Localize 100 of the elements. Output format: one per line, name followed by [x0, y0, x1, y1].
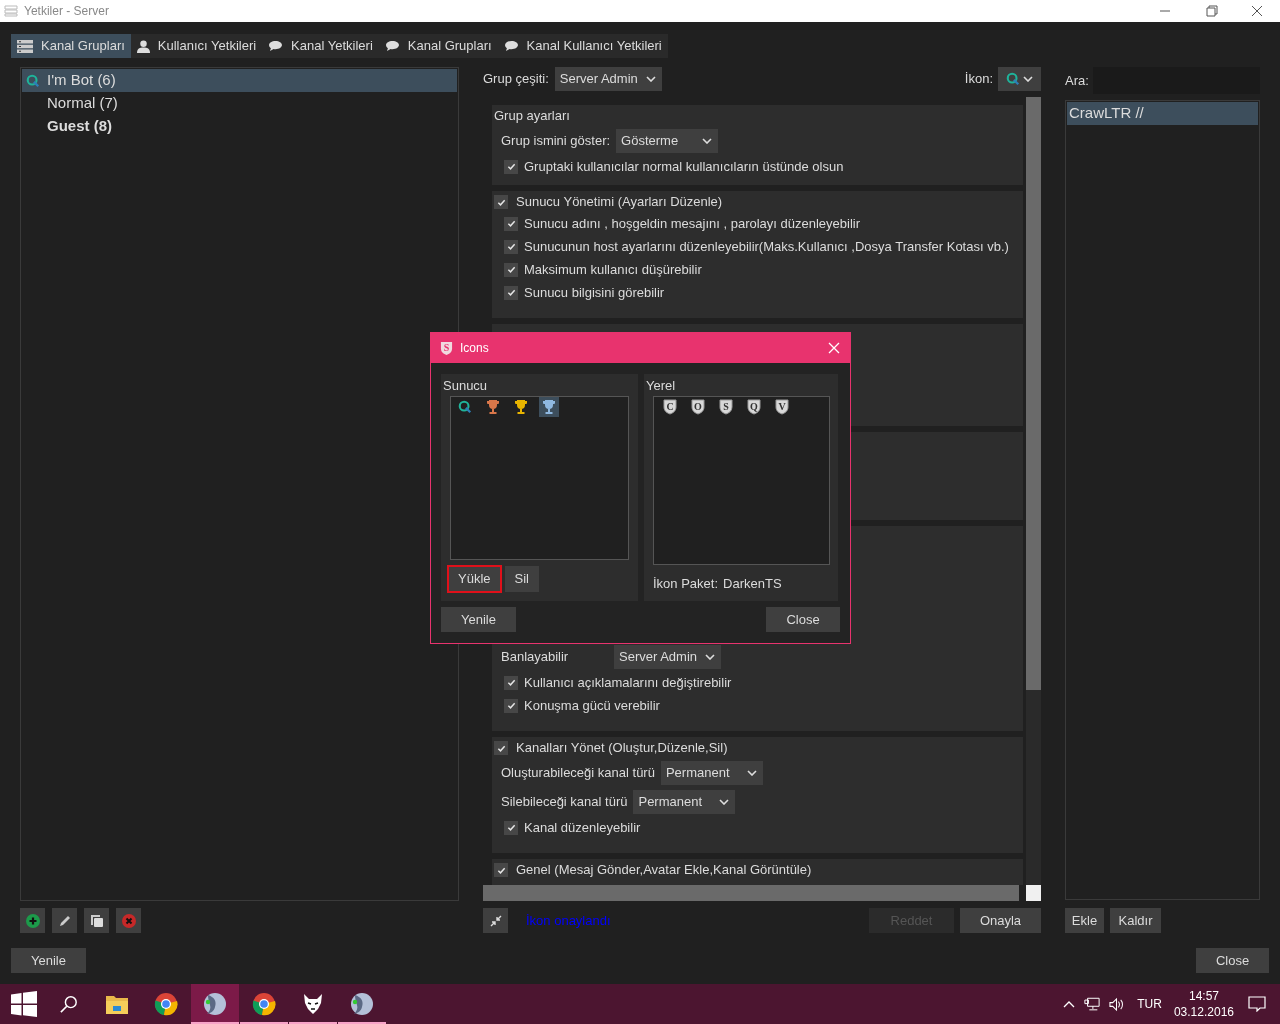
tab[interactable]: Kanal Yetkileri [262, 34, 379, 58]
section-title: Sunucu Yönetimi (Ayarları Düzenle) [516, 193, 723, 212]
notification-icon[interactable] [1248, 996, 1266, 1012]
collapse-icon [489, 914, 502, 927]
dropdown[interactable]: Permanent [660, 760, 763, 785]
shield-icon [775, 399, 789, 415]
checkbox[interactable] [504, 239, 518, 254]
close-icon[interactable] [828, 342, 840, 354]
icon-dropdown[interactable] [998, 67, 1041, 91]
panel-title: Yerel [646, 377, 677, 392]
checkbox[interactable] [504, 698, 518, 713]
checkbox-label: Konuşma gücü verebilir [524, 696, 660, 715]
refresh-button[interactable]: Yenile [441, 607, 516, 632]
checkmark-icon [506, 288, 516, 297]
checkbox[interactable] [494, 195, 508, 209]
horizontal-scrollbar[interactable] [483, 885, 1019, 901]
checkbox[interactable] [504, 216, 518, 231]
checkbox[interactable] [504, 820, 518, 835]
vertical-scrollbar[interactable] [1026, 97, 1041, 885]
speaker-icon[interactable] [1108, 996, 1126, 1012]
copy-icon [89, 913, 104, 928]
group-type-dropdown[interactable]: Server Admin [554, 67, 662, 91]
dropdown[interactable]: Server Admin [614, 644, 722, 669]
icon-option[interactable] [539, 397, 559, 417]
dropdown[interactable]: Gösterme [616, 128, 719, 153]
checkmark-icon [506, 265, 516, 274]
checkmark-icon [506, 219, 516, 228]
tab[interactable]: Kanal Grupları [378, 34, 498, 58]
dropdown[interactable]: Permanent [633, 789, 736, 814]
checkbox-label: Sunucu bilgisini görebilir [524, 283, 665, 302]
shield-icon [719, 399, 733, 415]
checkmark-icon [496, 865, 506, 875]
clock-date[interactable]: 03.12.2016 [1173, 1004, 1234, 1020]
chevron-up-icon[interactable] [1063, 1000, 1076, 1008]
checkbox[interactable] [504, 285, 518, 300]
shield-icon [663, 399, 677, 415]
tab[interactable]: Kanal Grupları [11, 34, 131, 58]
shield-badge[interactable]: S [718, 399, 734, 415]
remove-button[interactable]: Kaldır [1110, 908, 1161, 933]
section-title: Grup ayarları [494, 107, 570, 126]
refresh-button[interactable]: Yenile [11, 948, 86, 973]
status-text: İkon onaylandı [526, 911, 611, 930]
apply-button[interactable]: Onayla [960, 908, 1041, 933]
shield-badge[interactable]: V [774, 399, 790, 415]
icon-label: İkon: [964, 70, 993, 89]
checkbox-label: Sunucu adını , hoşgeldin mesajını , parolayı düzenleyebilir [524, 214, 861, 233]
delete-button[interactable]: Sil [504, 566, 539, 592]
shield-badge[interactable]: Q [746, 399, 762, 415]
checkbox-label: Maksimum kullanıcı düşürebilir [524, 260, 702, 279]
browser-icon [154, 992, 178, 1016]
checkbox[interactable] [504, 159, 518, 174]
pencil-button[interactable] [52, 908, 77, 933]
folder-icon [105, 993, 129, 1015]
checkmark-icon [496, 197, 506, 207]
section-title: Genel (Mesaj Gönder,Avatar Ekle,Kanal Görüntüle) [516, 861, 812, 880]
shield-badge[interactable]: C [662, 399, 678, 415]
collapse-button[interactable] [483, 908, 508, 933]
checkbox[interactable] [504, 262, 518, 277]
network-icon[interactable] [1084, 996, 1101, 1012]
shield-letter: S [443, 343, 450, 353]
close-button[interactable]: Close [1196, 948, 1269, 973]
tab[interactable]: Kullanıcı Yetkileri [130, 34, 263, 58]
shield-icon [747, 399, 761, 415]
chevron-icon [645, 76, 656, 82]
checkbox[interactable] [494, 863, 508, 877]
checkmark-icon [496, 743, 506, 753]
tab[interactable]: Kanal Kullanıcı Yetkileri [497, 34, 668, 58]
close-button[interactable]: Close [766, 607, 840, 632]
windows-start-icon[interactable] [11, 991, 37, 1017]
wolf-icon [301, 992, 325, 1016]
scrollbar-thumb[interactable] [1026, 97, 1041, 690]
group-item[interactable]: Guest (8) [22, 115, 457, 138]
chevron-icon [746, 769, 757, 776]
group-item[interactable]: Normal (7) [22, 92, 457, 115]
server-icon [4, 5, 18, 17]
language-indicator[interactable]: TUR [1137, 995, 1162, 1013]
browser-icon [252, 992, 276, 1016]
member-item[interactable]: CrawLTR // [1067, 102, 1258, 125]
shield-badge[interactable]: O [690, 399, 706, 415]
field-label: Silebileceği kanal türü [501, 792, 629, 811]
q-icon [26, 73, 40, 88]
group-item[interactable]: I'm Bot (6) [22, 69, 457, 92]
scrollbar-corner [1026, 885, 1041, 901]
pack-name: DarkenTS [723, 575, 782, 593]
copy-button[interactable] [84, 908, 109, 933]
search-label: Ara: [1065, 71, 1090, 90]
checkmark-icon [506, 701, 516, 710]
add-button[interactable]: Ekle [1065, 908, 1104, 933]
clock-time[interactable]: 14:57 [1188, 988, 1219, 1004]
search-icon[interactable] [60, 995, 78, 1013]
checkmark-icon [506, 242, 516, 251]
checkbox[interactable] [504, 675, 518, 690]
chat-bubble-icon [503, 40, 519, 52]
headset-logo-icon [351, 993, 373, 1015]
chevron-icon [1023, 76, 1033, 82]
delete-button[interactable] [116, 908, 141, 933]
add-button[interactable] [20, 908, 45, 933]
checkbox[interactable] [494, 741, 508, 755]
upload-button[interactable]: Yükle [448, 566, 501, 592]
q-icon [1006, 72, 1020, 86]
